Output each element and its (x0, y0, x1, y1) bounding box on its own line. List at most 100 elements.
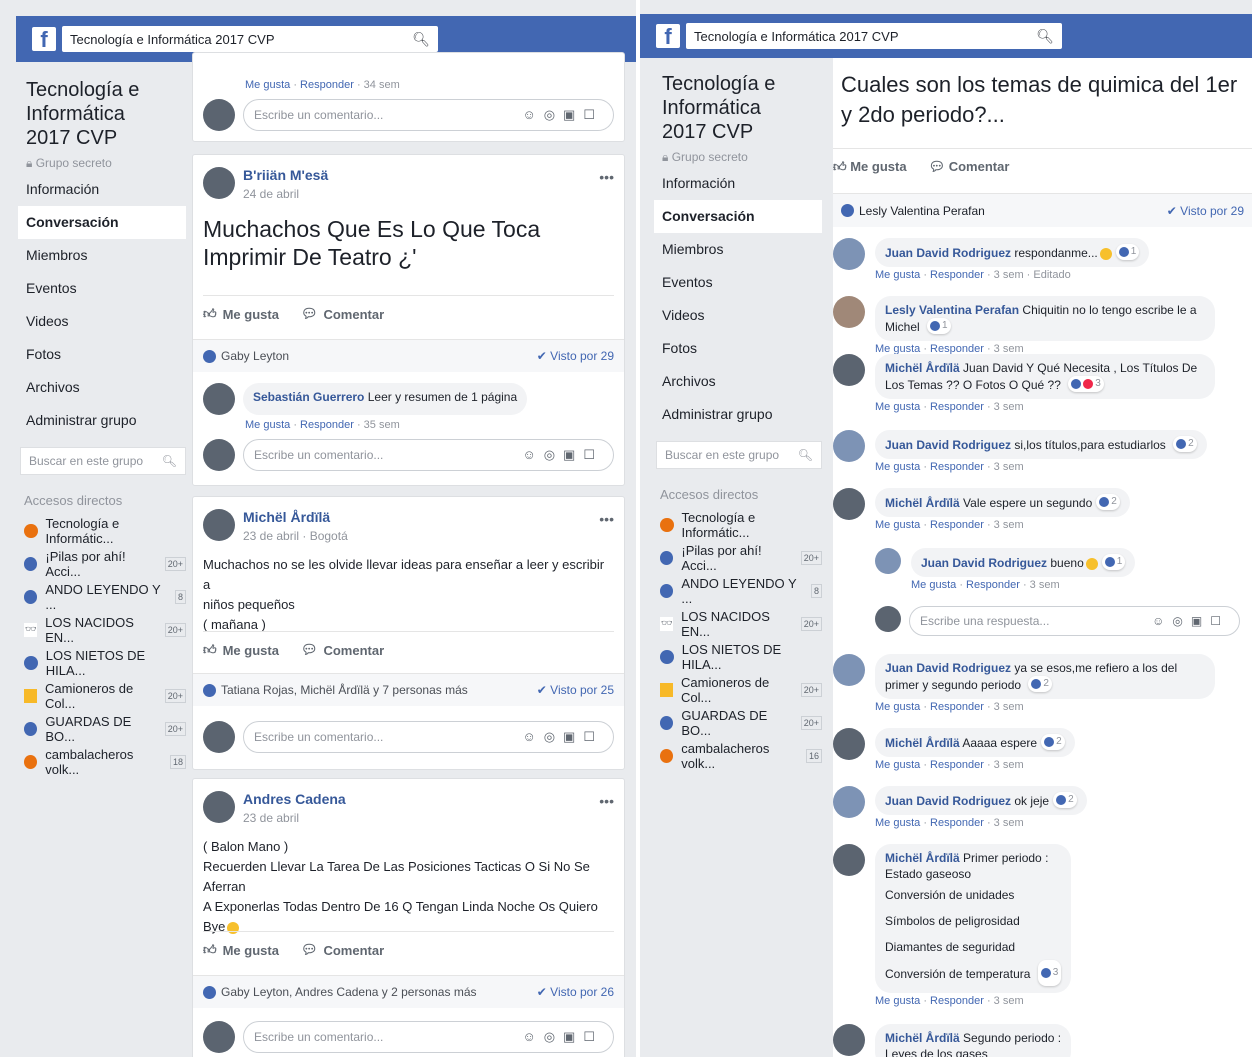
avatar[interactable] (833, 1024, 865, 1056)
comment-author[interactable]: Sebastián Guerrero (253, 390, 364, 404)
post-date[interactable]: 23 de abril (243, 811, 346, 825)
avatar[interactable] (833, 354, 865, 386)
reaction-count[interactable]: 3 (1068, 376, 1104, 392)
shortcut-item[interactable]: ¡Pilas por ahí! Acci... 20+ (18, 547, 186, 580)
nav-administrar[interactable]: Administrar grupo (18, 404, 186, 437)
nav-miembros[interactable]: Miembros (654, 233, 822, 266)
avatar[interactable] (833, 296, 865, 328)
seen-by[interactable]: ✔ Visto por 26 (537, 985, 614, 999)
comment-tools-icon[interactable]: ☺◎▣☐ (522, 1029, 603, 1045)
more-options-icon[interactable]: ••• (599, 169, 614, 185)
shortcut-item[interactable]: LOS NIETOS DE HILA... (654, 640, 822, 673)
facebook-logo-icon[interactable]: f (32, 27, 56, 51)
reaction-count[interactable]: 1 (1115, 244, 1140, 260)
search-icon[interactable]: 🔍︎ (1036, 28, 1054, 45)
search-icon[interactable]: 🔍︎ (798, 448, 813, 462)
reaction-count[interactable]: 2 (1053, 792, 1077, 808)
post-date[interactable]: 23 de abril · Bogotá (243, 529, 348, 543)
nav-fotos[interactable]: Fotos (18, 338, 186, 371)
avatar[interactable] (203, 383, 235, 415)
like-button[interactable]: 👍︎ Me gusta (203, 642, 279, 658)
seen-by[interactable]: ✔ Visto por 29 (537, 349, 614, 363)
comment-input[interactable]: Escribe un comentario... ☺◎▣☐ (243, 99, 614, 131)
search-icon[interactable]: 🔍︎ (412, 31, 430, 48)
comment-button[interactable]: 💬︎ Comentar (301, 306, 384, 322)
nav-conversacion[interactable]: Conversación (18, 206, 186, 239)
shortcut-item[interactable]: LOS NIETOS DE HILA... (18, 646, 186, 679)
nav-videos[interactable]: Videos (654, 299, 822, 332)
avatar[interactable] (875, 548, 901, 574)
post-author[interactable]: Andres Cadena (243, 791, 346, 807)
seen-by[interactable]: ✔ Visto por 25 (537, 683, 614, 697)
reaction-count[interactable]: 2 (1173, 436, 1197, 452)
more-options-icon[interactable]: ••• (599, 511, 614, 527)
seen-by[interactable]: ✔ Visto por 29 (1167, 204, 1244, 218)
post-author[interactable]: Michël Årdïlä (243, 509, 348, 525)
avatar[interactable] (833, 430, 865, 462)
comment-tools-icon[interactable]: ☺◎▣☐ (522, 729, 603, 745)
avatar[interactable] (203, 509, 235, 541)
comment-input[interactable]: Escribe un comentario... ☺◎▣☐ (243, 721, 614, 753)
shortcut-item[interactable]: cambalacheros volk... 18 (18, 745, 186, 778)
avatar[interactable] (833, 844, 865, 876)
avatar[interactable] (203, 791, 235, 823)
comment-input[interactable]: Escribe un comentario... ☺◎▣☐ (243, 1021, 614, 1053)
comment-input[interactable]: Escribe un comentario... ☺◎▣☐ (243, 439, 614, 471)
shortcut-item[interactable]: GUARDAS DE BO... 20+ (18, 712, 186, 745)
reaction-count[interactable]: 2 (1028, 676, 1052, 692)
comment-tools-icon[interactable]: ☺◎▣☐ (522, 447, 603, 463)
reaction-count[interactable]: 1 (927, 318, 951, 334)
search-icon[interactable]: 🔍︎ (162, 454, 177, 468)
reaction-count[interactable]: 2 (1096, 494, 1120, 510)
nav-archivos[interactable]: Archivos (18, 371, 186, 404)
group-search-input[interactable]: Buscar en este grupo 🔍︎ (20, 447, 186, 475)
group-title[interactable]: Tecnología e Informática 2017 CVP (654, 72, 794, 144)
shortcut-item[interactable]: Tecnología e Informátic... (654, 508, 822, 541)
nav-informacion[interactable]: Información (654, 167, 822, 200)
reply-input[interactable]: Escribe una respuesta... ☺◎▣☐ (909, 606, 1240, 636)
shortcut-item[interactable]: 👓︎ LOS NACIDOS EN... 20+ (654, 607, 822, 640)
facebook-logo-icon[interactable]: f (656, 24, 680, 48)
nav-eventos[interactable]: Eventos (18, 272, 186, 305)
reaction-count[interactable]: 1 (1101, 554, 1126, 570)
nav-conversacion[interactable]: Conversación (654, 200, 822, 233)
more-options-icon[interactable]: ••• (599, 793, 614, 809)
shortcut-item[interactable]: 👓︎ LOS NACIDOS EN... 20+ (18, 613, 186, 646)
nav-miembros[interactable]: Miembros (18, 239, 186, 272)
post-author[interactable]: B'riiän M'esä (243, 167, 328, 183)
comment-button[interactable]: 💬︎ Comentar (301, 942, 384, 958)
avatar[interactable] (833, 728, 865, 760)
avatar[interactable] (833, 488, 865, 520)
comment-button[interactable]: 💬︎ Comentar (301, 642, 384, 658)
search-input[interactable]: Tecnología e Informática 2017 CVP 🔍︎ (686, 23, 1062, 49)
comment-tools-icon[interactable]: ☺◎▣☐ (522, 107, 603, 123)
avatar[interactable] (833, 238, 865, 270)
reaction-count[interactable]: 2 (1041, 734, 1065, 750)
shortcut-item[interactable]: Camioneros de Col... 20+ (18, 679, 186, 712)
nav-archivos[interactable]: Archivos (654, 365, 822, 398)
comment-button[interactable]: 💬︎ Comentar (929, 159, 1010, 175)
nav-videos[interactable]: Videos (18, 305, 186, 338)
group-title[interactable]: Tecnología e Informática 2017 CVP (18, 78, 158, 150)
avatar[interactable] (203, 167, 235, 199)
avatar[interactable] (833, 654, 865, 686)
shortcut-item[interactable]: ANDO LEYENDO Y ... 8 (18, 580, 186, 613)
shortcut-item[interactable]: cambalacheros volk... 16 (654, 739, 822, 772)
like-button[interactable]: 👍︎ Me gusta (203, 306, 279, 322)
nav-eventos[interactable]: Eventos (654, 266, 822, 299)
nav-informacion[interactable]: Información (18, 173, 186, 206)
comment-tools-icon[interactable]: ☺◎▣☐ (1152, 614, 1229, 628)
shortcut-item[interactable]: Tecnología e Informátic... (18, 514, 186, 547)
group-search-input[interactable]: Buscar en este grupo 🔍︎ (656, 441, 822, 469)
avatar[interactable] (833, 786, 865, 818)
reaction-count[interactable]: 3 (1037, 960, 1062, 986)
nav-fotos[interactable]: Fotos (654, 332, 822, 365)
post-date[interactable]: 24 de abril (243, 187, 328, 201)
shortcut-item[interactable]: ANDO LEYENDO Y ... 8 (654, 574, 822, 607)
like-button[interactable]: 👍︎ Me gusta (833, 159, 907, 175)
shortcut-item[interactable]: Camioneros de Col... 20+ (654, 673, 822, 706)
nav-administrar[interactable]: Administrar grupo (654, 398, 822, 431)
like-button[interactable]: 👍︎ Me gusta (203, 942, 279, 958)
shortcut-item[interactable]: ¡Pilas por ahí! Acci... 20+ (654, 541, 822, 574)
search-input[interactable]: Tecnología e Informática 2017 CVP 🔍︎ (62, 26, 438, 52)
